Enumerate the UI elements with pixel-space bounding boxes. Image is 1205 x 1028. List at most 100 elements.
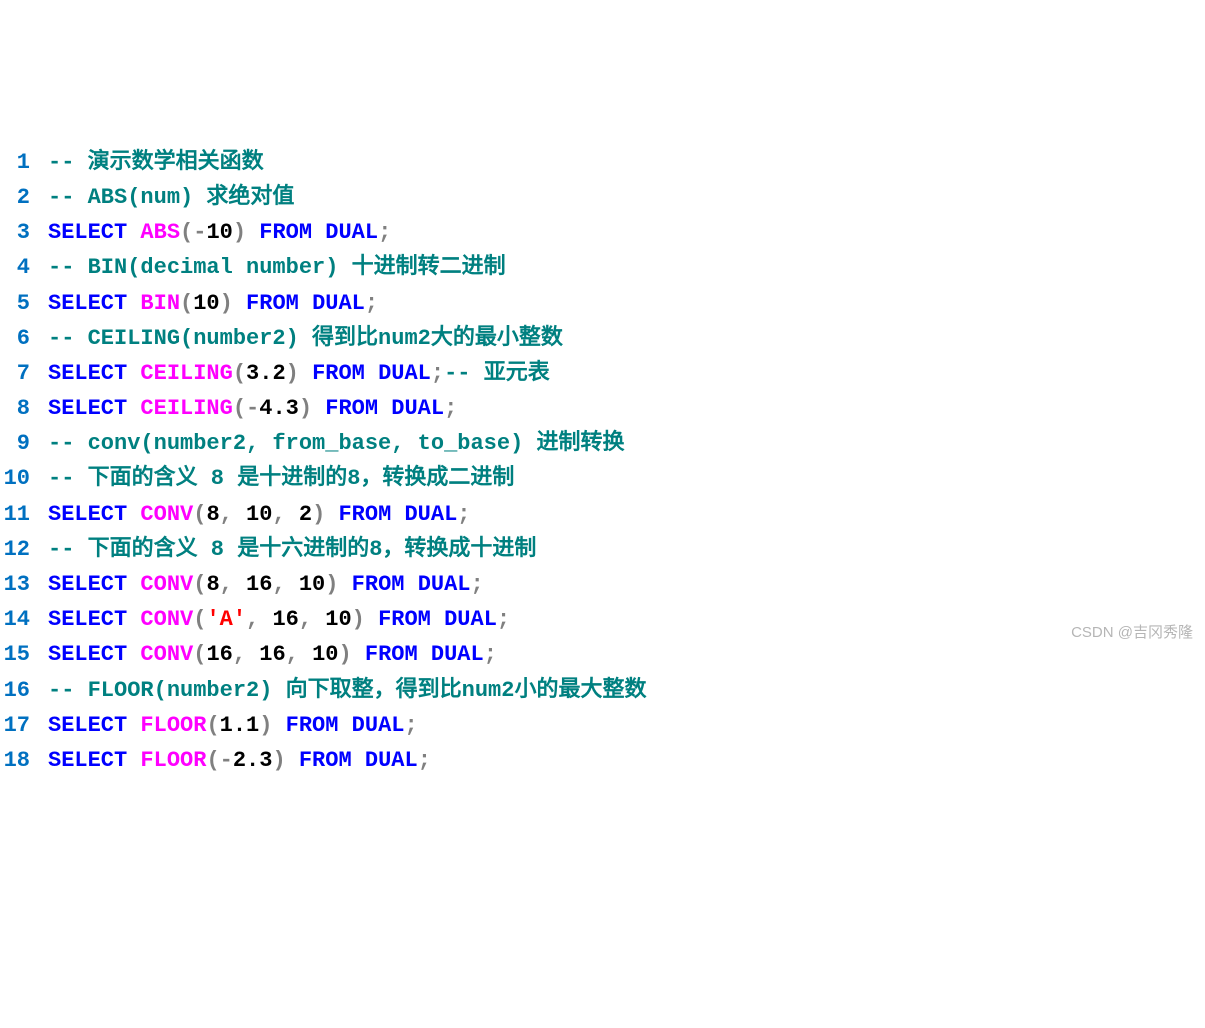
token-sym: ( bbox=[206, 748, 219, 773]
token-sym: ( bbox=[180, 291, 193, 316]
token-num: 10 bbox=[193, 291, 219, 316]
token-sym: ( bbox=[193, 572, 206, 597]
line-number: 18 bbox=[0, 743, 48, 778]
code-line[interactable]: 3SELECT ABS(-10) FROM DUAL; bbox=[0, 215, 1205, 250]
code-content[interactable]: -- BIN(decimal number) 十进制转二进制 bbox=[48, 250, 506, 285]
code-editor[interactable]: 1-- 演示数学相关函数2-- ABS(num) 求绝对值3SELECT ABS… bbox=[0, 141, 1205, 782]
code-content[interactable]: -- ABS(num) 求绝对值 bbox=[48, 180, 294, 215]
code-content[interactable]: -- 下面的含义 8 是十进制的8，转换成二进制 bbox=[48, 461, 514, 496]
token-sym: ) bbox=[272, 748, 285, 773]
code-content[interactable]: SELECT BIN(10) FROM DUAL; bbox=[48, 286, 378, 321]
token-keyword: FROM bbox=[378, 607, 431, 632]
token-sym: , bbox=[286, 642, 299, 667]
token-keyword: DUAL bbox=[391, 396, 444, 421]
code-content[interactable]: SELECT CONV('A', 16, 10) FROM DUAL; bbox=[48, 602, 510, 637]
code-content[interactable]: -- CEILING(number2) 得到比num2大的最小整数 bbox=[48, 321, 563, 356]
token-comment: -- CEILING(number2) 得到比num2大的最小整数 bbox=[48, 326, 563, 351]
token-sym: ; bbox=[404, 713, 417, 738]
code-content[interactable]: SELECT CONV(8, 16, 10) FROM DUAL; bbox=[48, 567, 484, 602]
token-sym: , bbox=[246, 607, 259, 632]
token-comment: -- BIN(decimal number) 十进制转二进制 bbox=[48, 255, 506, 280]
code-line[interactable]: 11SELECT CONV(8, 10, 2) FROM DUAL; bbox=[0, 497, 1205, 532]
token-keyword: SELECT bbox=[48, 396, 127, 421]
code-line[interactable]: 5SELECT BIN(10) FROM DUAL; bbox=[0, 286, 1205, 321]
code-content[interactable]: SELECT CEILING(-4.3) FROM DUAL; bbox=[48, 391, 457, 426]
code-content[interactable]: SELECT CONV(8, 10, 2) FROM DUAL; bbox=[48, 497, 471, 532]
code-line[interactable]: 6-- CEILING(number2) 得到比num2大的最小整数 bbox=[0, 321, 1205, 356]
code-content[interactable]: SELECT FLOOR(1.1) FROM DUAL; bbox=[48, 708, 418, 743]
token-keyword: FROM bbox=[312, 361, 365, 386]
token-text bbox=[127, 748, 140, 773]
code-line[interactable]: 14SELECT CONV('A', 16, 10) FROM DUAL; bbox=[0, 602, 1205, 637]
code-content[interactable]: SELECT ABS(-10) FROM DUAL; bbox=[48, 215, 391, 250]
token-comment: -- FLOOR(number2) 向下取整，得到比num2小的最大整数 bbox=[48, 678, 646, 703]
token-text bbox=[127, 572, 140, 597]
line-number: 16 bbox=[0, 673, 48, 708]
token-keyword: FROM bbox=[352, 572, 405, 597]
code-line[interactable]: 13SELECT CONV(8, 16, 10) FROM DUAL; bbox=[0, 567, 1205, 602]
code-content[interactable]: SELECT FLOOR(-2.3) FROM DUAL; bbox=[48, 743, 431, 778]
token-text bbox=[378, 396, 391, 421]
token-sym: , bbox=[272, 572, 285, 597]
token-text bbox=[299, 361, 312, 386]
code-line[interactable]: 16-- FLOOR(number2) 向下取整，得到比num2小的最大整数 bbox=[0, 673, 1205, 708]
token-sym: ( bbox=[193, 607, 206, 632]
token-comment: -- 演示数学相关函数 bbox=[48, 150, 264, 175]
token-num: 8 bbox=[206, 572, 219, 597]
code-line[interactable]: 9-- conv(number2, from_base, to_base) 进制… bbox=[0, 426, 1205, 461]
line-number: 14 bbox=[0, 602, 48, 637]
token-sym: ) bbox=[299, 396, 312, 421]
code-content[interactable]: SELECT CONV(16, 16, 10) FROM DUAL; bbox=[48, 637, 497, 672]
watermark-text: CSDN @吉冈秀隆 bbox=[1071, 621, 1193, 645]
code-line[interactable]: 17SELECT FLOOR(1.1) FROM DUAL; bbox=[0, 708, 1205, 743]
code-content[interactable]: -- FLOOR(number2) 向下取整，得到比num2小的最大整数 bbox=[48, 673, 646, 708]
token-text bbox=[325, 502, 338, 527]
code-content[interactable]: -- 下面的含义 8 是十六进制的8，转换成十进制 bbox=[48, 532, 536, 567]
token-comment: -- 亚元表 bbox=[444, 361, 550, 386]
token-num: 1.1 bbox=[220, 713, 260, 738]
token-sym: - bbox=[193, 220, 206, 245]
token-sym: ; bbox=[418, 748, 431, 773]
code-line[interactable]: 8SELECT CEILING(-4.3) FROM DUAL; bbox=[0, 391, 1205, 426]
token-sym: ) bbox=[352, 607, 365, 632]
token-func: BIN bbox=[140, 291, 180, 316]
token-keyword: FROM bbox=[325, 396, 378, 421]
code-content[interactable]: -- conv(number2, from_base, to_base) 进制转… bbox=[48, 426, 624, 461]
code-line[interactable]: 4-- BIN(decimal number) 十进制转二进制 bbox=[0, 250, 1205, 285]
code-line[interactable]: 7SELECT CEILING(3.2) FROM DUAL;-- 亚元表 bbox=[0, 356, 1205, 391]
token-sym: ) bbox=[286, 361, 299, 386]
code-line[interactable]: 1-- 演示数学相关函数 bbox=[0, 145, 1205, 180]
token-sym: ) bbox=[259, 713, 272, 738]
code-content[interactable]: SELECT CEILING(3.2) FROM DUAL;-- 亚元表 bbox=[48, 356, 550, 391]
token-num: 3.2 bbox=[246, 361, 286, 386]
token-num: 10 bbox=[312, 642, 338, 667]
token-sym: ) bbox=[233, 220, 246, 245]
token-text bbox=[391, 502, 404, 527]
token-text bbox=[312, 220, 325, 245]
token-text bbox=[286, 572, 299, 597]
token-sym: ; bbox=[365, 291, 378, 316]
token-func: CEILING bbox=[140, 396, 232, 421]
token-keyword: FROM bbox=[299, 748, 352, 773]
token-sym: ( bbox=[233, 361, 246, 386]
token-sym: ) bbox=[338, 642, 351, 667]
code-content[interactable]: -- 演示数学相关函数 bbox=[48, 145, 264, 180]
token-keyword: DUAL bbox=[352, 713, 405, 738]
line-number: 13 bbox=[0, 567, 48, 602]
code-line[interactable]: 10-- 下面的含义 8 是十进制的8，转换成二进制 bbox=[0, 461, 1205, 496]
code-line[interactable]: 15SELECT CONV(16, 16, 10) FROM DUAL; bbox=[0, 637, 1205, 672]
token-sym: ; bbox=[457, 502, 470, 527]
token-keyword: SELECT bbox=[48, 607, 127, 632]
token-text bbox=[312, 607, 325, 632]
line-number: 10 bbox=[0, 461, 48, 496]
token-text bbox=[338, 713, 351, 738]
token-text bbox=[127, 713, 140, 738]
code-line[interactable]: 2-- ABS(num) 求绝对值 bbox=[0, 180, 1205, 215]
token-sym: ( bbox=[180, 220, 193, 245]
token-text bbox=[338, 572, 351, 597]
token-text bbox=[127, 220, 140, 245]
code-line[interactable]: 18SELECT FLOOR(-2.3) FROM DUAL; bbox=[0, 743, 1205, 778]
token-sym: ( bbox=[206, 713, 219, 738]
code-line[interactable]: 12-- 下面的含义 8 是十六进制的8，转换成十进制 bbox=[0, 532, 1205, 567]
token-keyword: DUAL bbox=[378, 361, 431, 386]
